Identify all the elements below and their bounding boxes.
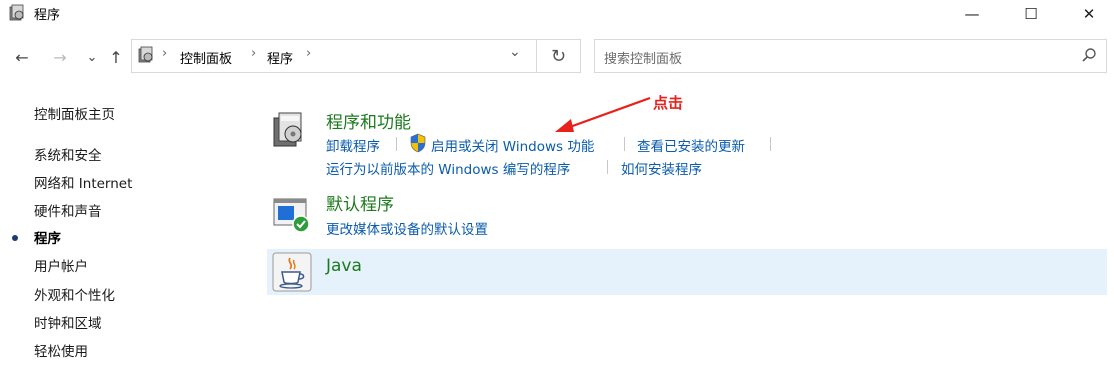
category-title-java[interactable]: Java <box>326 256 362 276</box>
breadcrumb-separator[interactable]: › <box>306 46 311 61</box>
default-programs-icon[interactable] <box>272 197 312 233</box>
link-divider <box>396 137 397 151</box>
link-windows-features[interactable]: 启用或关闭 Windows 功能 <box>431 135 594 155</box>
back-button[interactable]: ← <box>10 45 34 69</box>
link-change-media-defaults[interactable]: 更改媒体或设备的默认设置 <box>326 218 488 238</box>
sidebar-item-ease-of-access[interactable]: 轻松使用 <box>34 340 88 360</box>
java-cup-icon[interactable] <box>272 252 312 292</box>
breadcrumb-control-panel[interactable]: 控制面板 <box>180 48 232 67</box>
sidebar-item-network[interactable]: 网络和 Internet <box>34 172 132 192</box>
category-row-java[interactable] <box>267 249 1107 295</box>
breadcrumb-programs[interactable]: 程序 <box>267 48 293 67</box>
sidebar-item-system-security[interactable]: 系统和安全 <box>34 144 102 164</box>
sidebar-item-home[interactable]: 控制面板主页 <box>34 103 115 123</box>
breadcrumb-separator[interactable]: › <box>251 46 256 61</box>
link-divider <box>624 137 625 151</box>
up-button[interactable]: ↑ <box>104 45 128 69</box>
sidebar-item-programs[interactable]: 程序 <box>34 227 61 247</box>
link-how-to-install[interactable]: 如何安装程序 <box>621 158 702 178</box>
link-divider <box>770 137 771 151</box>
link-divider <box>607 160 608 174</box>
minimize-button[interactable]: — <box>949 0 995 28</box>
link-uninstall-program[interactable]: 卸载程序 <box>326 135 380 155</box>
sidebar-item-hardware-sound[interactable]: 硬件和声音 <box>34 200 102 220</box>
link-compatibility-troubleshooter[interactable]: 运行为以前版本的 Windows 编写的程序 <box>326 158 570 178</box>
maximize-button[interactable]: ☐ <box>1008 0 1054 28</box>
window-title: 程序 <box>34 8 61 23</box>
programs-folder-icon <box>138 46 153 63</box>
breadcrumb-separator[interactable]: › <box>162 46 167 61</box>
annotation-arrow <box>555 96 651 132</box>
annotation-text: 点击 <box>653 94 684 112</box>
active-indicator-dot <box>12 235 18 241</box>
link-installed-updates[interactable]: 查看已安装的更新 <box>637 135 745 155</box>
category-title-programs-features[interactable]: 程序和功能 <box>326 108 411 133</box>
sidebar-item-clock-region[interactable]: 时钟和区域 <box>34 312 102 332</box>
search-input[interactable]: 搜索控制面板 <box>604 48 682 67</box>
category-title-default-programs[interactable]: 默认程序 <box>326 190 394 215</box>
sidebar-item-user-accounts[interactable]: 用户帐户 <box>34 255 88 275</box>
address-dropdown-button[interactable]: ⌄ <box>509 44 521 60</box>
programs-window-icon <box>9 4 24 21</box>
refresh-button[interactable]: ↻ <box>537 39 581 73</box>
recent-locations-button[interactable]: ⌄ <box>80 45 104 69</box>
forward-button[interactable]: → <box>48 45 72 69</box>
search-icon[interactable] <box>1080 46 1098 64</box>
close-button[interactable]: ✕ <box>1066 0 1112 28</box>
sidebar-item-appearance[interactable]: 外观和个性化 <box>34 284 115 304</box>
programs-features-icon[interactable] <box>271 110 307 150</box>
uac-shield-icon <box>410 133 426 153</box>
